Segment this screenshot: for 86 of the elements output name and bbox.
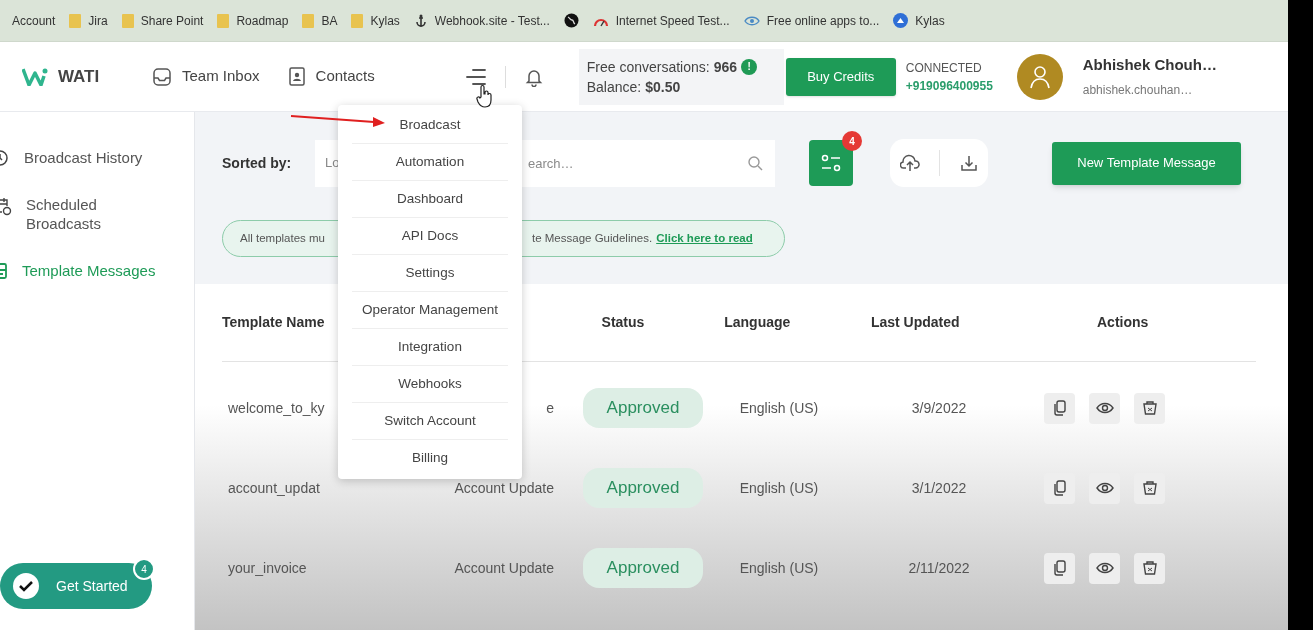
buy-credits-button[interactable]: Buy Credits bbox=[785, 57, 896, 96]
connection-status: CONNECTED bbox=[905, 59, 983, 77]
bookmark[interactable]: BA bbox=[302, 11, 338, 30]
menu-item[interactable]: Dashboard bbox=[352, 181, 508, 218]
person-icon bbox=[1028, 64, 1051, 89]
logo-text: WATI bbox=[58, 65, 100, 88]
trash-button[interactable] bbox=[1134, 552, 1165, 584]
eye-button[interactable] bbox=[1089, 552, 1120, 584]
bookmark[interactable]: Free online apps to... bbox=[743, 11, 880, 30]
user-name: Abhishek Chouh… bbox=[1082, 55, 1217, 76]
column-header: Actions bbox=[1097, 314, 1149, 330]
eye-button[interactable] bbox=[1089, 392, 1120, 424]
bookmark[interactable]: Jira bbox=[69, 11, 108, 30]
eye-icon bbox=[743, 14, 760, 27]
table-cell-text: Account Update bbox=[453, 478, 555, 498]
folder-icon bbox=[217, 13, 230, 28]
search-field[interactable]: earch… bbox=[522, 139, 775, 187]
table-cell-text: 3/1/2022 bbox=[910, 478, 968, 498]
table-cell-text: 2/11/2022 bbox=[907, 558, 971, 578]
menu-item[interactable]: Webhooks bbox=[352, 366, 508, 403]
logo-icon bbox=[22, 67, 48, 86]
phone-number: +919096400955 bbox=[905, 77, 994, 95]
upload-icon[interactable] bbox=[899, 153, 920, 173]
folder-icon bbox=[121, 13, 134, 28]
inbox-icon bbox=[152, 66, 172, 87]
copy-button[interactable] bbox=[1044, 392, 1075, 424]
column-header: Status bbox=[601, 314, 645, 330]
column-header: Last Updated bbox=[870, 314, 960, 330]
checkmark-icon bbox=[12, 572, 40, 600]
trash-button[interactable] bbox=[1134, 392, 1165, 424]
balance-label: Balance: bbox=[586, 77, 642, 97]
status-badge: Approved bbox=[582, 468, 704, 508]
new-template-button[interactable]: New Template Message bbox=[1052, 141, 1241, 185]
folder-icon bbox=[351, 13, 364, 28]
column-header: Template Name bbox=[222, 314, 325, 330]
banner-text: te Message Guidelines. bbox=[532, 230, 653, 246]
table-cell-text: English (US) bbox=[738, 398, 820, 418]
kylas-logo-icon bbox=[893, 13, 909, 28]
contact-book-icon bbox=[287, 66, 306, 87]
folder-icon bbox=[69, 13, 82, 28]
bookmark[interactable]: Kylas bbox=[351, 11, 400, 30]
column-header: Language bbox=[724, 314, 791, 330]
menu-icon[interactable] bbox=[464, 66, 487, 87]
nav-link[interactable]: Team Inbox bbox=[152, 65, 260, 88]
download-icon[interactable] bbox=[958, 153, 979, 173]
bookmark[interactable]: Roadmap bbox=[217, 11, 289, 30]
sidebar-item[interactable]: Broadcast History bbox=[0, 148, 194, 167]
table-cell-text: your_invoice bbox=[227, 558, 308, 578]
table-cell-text: English (US) bbox=[738, 478, 820, 498]
table-cell-text: Account Update bbox=[453, 558, 555, 578]
sidebar-item[interactable]: Template Messages bbox=[0, 261, 194, 280]
count-badge: 4 bbox=[842, 131, 862, 151]
bookmark[interactable]: Account bbox=[12, 11, 56, 30]
menu-item[interactable]: Integration bbox=[352, 329, 508, 366]
menu-item[interactable]: Billing bbox=[352, 440, 508, 477]
status-badge: Approved bbox=[582, 388, 704, 428]
globe-icon bbox=[563, 13, 579, 28]
table-cell-text: welcome_to_ky bbox=[227, 398, 326, 418]
table-cell-text: account_updat bbox=[227, 478, 321, 498]
menu-item[interactable]: API Docs bbox=[352, 218, 508, 255]
table-cell-text: English (US) bbox=[738, 558, 820, 578]
conversations-count: 966 bbox=[713, 57, 738, 77]
sorted-by-label: Sorted by: bbox=[222, 153, 293, 173]
menu-item[interactable]: Operator Management bbox=[352, 292, 508, 329]
menu-item[interactable]: Switch Account bbox=[352, 403, 508, 440]
nav-link[interactable]: Contacts bbox=[287, 65, 375, 88]
menu-item[interactable]: Automation bbox=[352, 144, 508, 181]
conversations-label: Free conversations: bbox=[586, 57, 710, 77]
table-cell-text: 3/9/2022 bbox=[910, 398, 968, 418]
table-cell-text: e bbox=[545, 398, 555, 418]
user-email: abhishek.chouhan… bbox=[1082, 81, 1194, 99]
info-badge: ! bbox=[741, 58, 758, 75]
bookmark[interactable]: Kylas bbox=[893, 11, 945, 30]
search-icon bbox=[747, 154, 763, 171]
bookmark[interactable]: Internet Speed Test... bbox=[592, 11, 730, 30]
balance-amount: $0.50 bbox=[645, 77, 681, 97]
banner-text: All templates mu bbox=[240, 230, 326, 246]
sidebar-item[interactable]: Scheduled Broadcasts bbox=[0, 195, 194, 233]
bookmark[interactable]: Webhook.site - Test... bbox=[413, 11, 550, 30]
folder-icon bbox=[302, 13, 315, 28]
copy-button[interactable] bbox=[1044, 552, 1075, 584]
bookmark[interactable]: Share Point bbox=[121, 11, 204, 30]
menu-item[interactable]: Settings bbox=[352, 255, 508, 292]
filter-icon bbox=[820, 153, 842, 173]
anchor-icon bbox=[413, 13, 428, 28]
status-badge: Approved bbox=[582, 548, 704, 588]
